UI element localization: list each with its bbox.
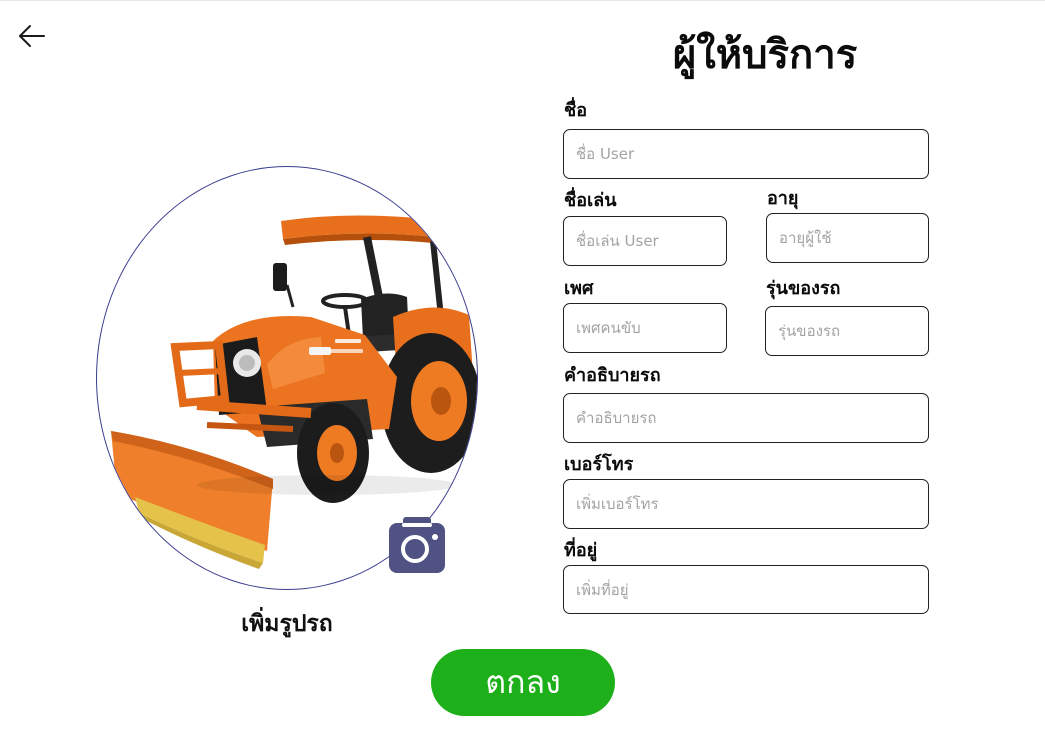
phone-input[interactable] (563, 479, 929, 529)
add-photo-label: เพิ่มรูปรถ (241, 611, 333, 637)
nickname-label: ชื่อเล่น (564, 190, 617, 211)
gender-input[interactable] (563, 303, 727, 353)
arrow-left-icon (19, 25, 45, 47)
description-input[interactable] (563, 393, 929, 443)
phone-label: เบอร์โทร (564, 454, 634, 475)
address-input[interactable] (563, 565, 929, 614)
nickname-input[interactable] (563, 216, 727, 266)
description-label: คำอธิบายรถ (564, 365, 661, 386)
page-title: ผู้ให้บริการ (672, 32, 858, 78)
address-label: ที่อยู่ (564, 540, 598, 561)
camera-icon (389, 517, 445, 573)
back-button[interactable] (14, 21, 50, 51)
gender-label: เพศ (564, 278, 594, 299)
age-label: อายุ (767, 188, 799, 209)
name-input[interactable] (563, 129, 929, 179)
submit-button[interactable]: ตกลง (431, 649, 615, 716)
age-input[interactable] (766, 213, 929, 263)
name-label: ชื่อ (564, 100, 588, 121)
provider-form-page: ผู้ให้บริการ เพิ่มรูปรถ ชื่อ ชื่อ User ช… (0, 0, 1045, 744)
camera-button[interactable] (387, 515, 447, 575)
model-input[interactable] (765, 306, 929, 356)
model-label: รุ่นของรถ (766, 278, 841, 299)
